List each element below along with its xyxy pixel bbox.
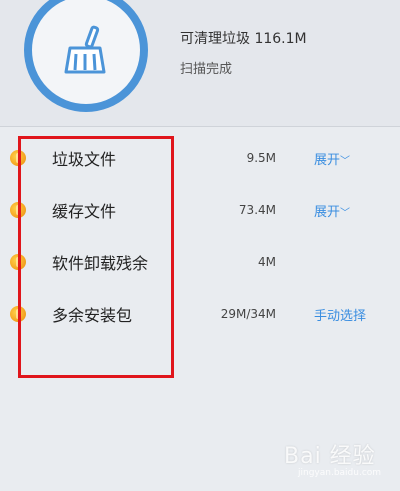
item-size: 29M/34M bbox=[220, 307, 276, 321]
watermark-url: jingyan.baidu.com bbox=[298, 468, 382, 478]
clean-circle[interactable] bbox=[24, 0, 148, 112]
scan-header: 可清理垃圾 116.1M 扫描完成 bbox=[0, 0, 400, 127]
item-size: 73.4M bbox=[238, 203, 276, 217]
item-size: 4M bbox=[258, 255, 276, 269]
scan-status: 扫描完成 bbox=[180, 62, 233, 77]
chevron-down-icon: ﹀ bbox=[340, 155, 351, 167]
watermark-logo: Bai 经验 bbox=[284, 444, 376, 469]
broom-icon bbox=[64, 25, 106, 74]
scan-summary: 可清理垃圾 116.1M 扫描完成 bbox=[180, 28, 307, 77]
garbage-total: 可清理垃圾 116.1M bbox=[180, 31, 307, 47]
expand-button[interactable]: 展开﹀ bbox=[314, 149, 350, 168]
expand-button[interactable]: 展开﹀ bbox=[314, 201, 350, 220]
annotation-highlight-box bbox=[18, 136, 174, 378]
manual-select-button[interactable]: 手动选择 bbox=[314, 305, 366, 324]
item-size: 9.5M bbox=[246, 151, 276, 165]
chevron-down-icon: ﹀ bbox=[340, 207, 351, 219]
